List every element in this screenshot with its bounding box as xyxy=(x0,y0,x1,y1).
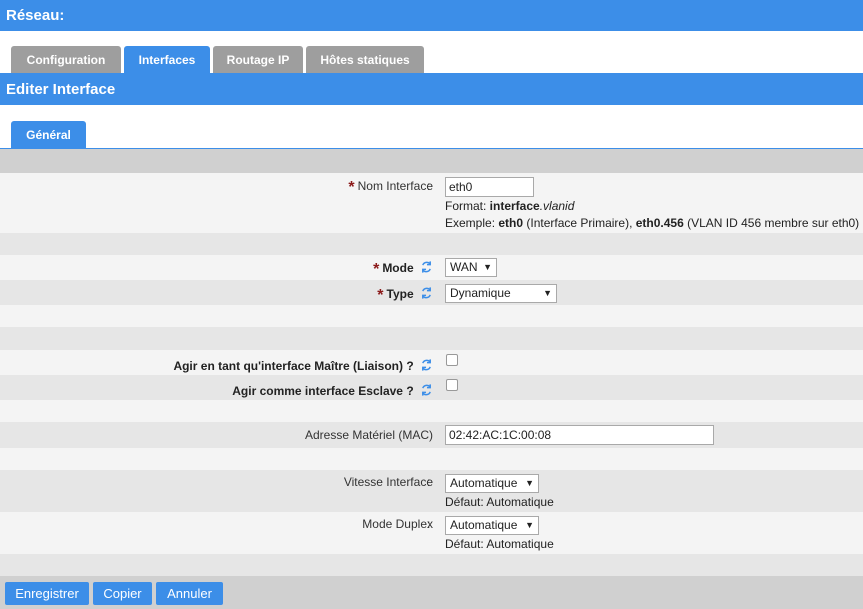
nom-interface-input[interactable] xyxy=(445,177,534,197)
required-marker: * xyxy=(377,287,384,304)
esclave-checkbox[interactable] xyxy=(446,379,458,391)
form-spacer xyxy=(0,448,863,470)
nom-interface-colon: : xyxy=(427,179,431,193)
nom-interface-example: Exemple: eth0 (Interface Primaire), eth0… xyxy=(445,216,859,230)
row-nom-interface: *Nom Interface : Format: interface.vlani… xyxy=(0,173,863,233)
cancel-button[interactable]: Annuler xyxy=(156,582,223,605)
nom-interface-label: Nom Interface xyxy=(357,179,433,193)
vitesse-label-wrap: Vitesse Interface xyxy=(344,475,433,489)
form-footer: Enregistrer Copier Annuler xyxy=(0,576,863,609)
mac-label: Adresse Matériel (MAC) xyxy=(304,428,433,442)
page-header: Réseau: xyxy=(0,0,863,31)
type-label: Type xyxy=(386,287,414,301)
chevron-down-icon: ▼ xyxy=(525,478,534,488)
refresh-sync-icon[interactable] xyxy=(420,358,433,372)
nom-interface-format: Format: interface.vlanid xyxy=(445,199,574,213)
esclave-label-wrap: Agir comme interface Esclave ? xyxy=(232,383,433,398)
form-spacer xyxy=(0,149,863,173)
mode-label: Mode xyxy=(382,261,414,275)
mac-label-wrap: Adresse Matériel (MAC) xyxy=(305,428,433,442)
row-maitre: Agir en tant qu'interface Maître (Liaiso… xyxy=(0,350,863,375)
row-esclave: Agir comme interface Esclave ? xyxy=(0,375,863,400)
vitesse-colon: : xyxy=(427,475,431,489)
main-tabs: Configuration Interfaces Routage IP Hôte… xyxy=(0,31,863,74)
row-vitesse: Vitesse Interface : Automatique ▼ Défaut:… xyxy=(0,470,863,512)
example-bold2: eth0.456 xyxy=(635,216,684,230)
mode-select[interactable]: WAN ▼ xyxy=(445,258,497,277)
save-button[interactable]: Enregistrer xyxy=(5,582,89,605)
duplex-label: Mode Duplex xyxy=(362,517,433,531)
example-suffix: (VLAN ID 456 membre sur eth0) xyxy=(683,216,860,230)
chevron-down-icon: ▼ xyxy=(483,262,492,272)
required-marker: * xyxy=(348,179,355,196)
example-prefix: Exemple: xyxy=(445,216,499,230)
refresh-sync-icon[interactable] xyxy=(420,286,433,300)
tab-hotes-statiques[interactable]: Hôtes statiques xyxy=(306,46,424,74)
nom-interface-label-wrap: * Nom Interface xyxy=(348,179,433,197)
type-label-wrap: * Type xyxy=(377,286,433,305)
vitesse-select-value: Automatique xyxy=(450,476,518,490)
row-duplex: Mode Duplex : Automatique ▼ Défaut: Autom… xyxy=(0,512,863,554)
example-bold1: eth0 xyxy=(498,216,524,230)
form-spacer xyxy=(0,400,863,422)
row-mac: Adresse Matériel (MAC) xyxy=(0,422,863,448)
duplex-select-value: Automatique xyxy=(450,518,518,532)
mode-label-wrap: * Mode xyxy=(373,260,433,279)
duplex-colon: : xyxy=(427,517,431,531)
section-title: Editer Interface xyxy=(0,74,863,105)
refresh-sync-icon[interactable] xyxy=(420,260,433,274)
maitre-label-wrap: Agir en tant qu'interface Maître (Liaiso… xyxy=(173,358,433,373)
copy-button[interactable]: Copier xyxy=(93,582,152,605)
duplex-label-wrap: Mode Duplex xyxy=(362,517,433,531)
duplex-default: Défaut: Automatique xyxy=(445,537,554,551)
mac-input[interactable] xyxy=(445,425,714,445)
tab-routage-ip[interactable]: Routage IP xyxy=(213,46,303,74)
form-spacer xyxy=(0,327,863,350)
format-bold: interface xyxy=(489,199,540,213)
tab-configuration[interactable]: Configuration xyxy=(11,46,121,74)
type-select[interactable]: Dynamique ▼ xyxy=(445,284,557,303)
sub-tabs: Général xyxy=(0,105,863,149)
vitesse-default: Défaut: Automatique xyxy=(445,495,554,509)
form-spacer xyxy=(0,233,863,255)
refresh-sync-icon[interactable] xyxy=(420,383,433,397)
maitre-label: Agir en tant qu'interface Maître (Liaiso… xyxy=(173,359,414,373)
vitesse-select[interactable]: Automatique ▼ xyxy=(445,474,539,493)
mode-select-value: WAN xyxy=(450,260,478,274)
type-select-value: Dynamique xyxy=(450,286,511,300)
form-spacer xyxy=(0,554,863,576)
row-type: * Type Dynamique ▼ xyxy=(0,280,863,305)
subtab-general[interactable]: Général xyxy=(11,121,86,149)
form-spacer xyxy=(0,305,863,327)
esclave-label: Agir comme interface Esclave ? xyxy=(232,384,414,398)
maitre-checkbox[interactable] xyxy=(446,354,458,366)
chevron-down-icon: ▼ xyxy=(525,520,534,530)
section-title-text: Editer Interface xyxy=(6,81,116,98)
required-marker: * xyxy=(373,261,380,278)
example-mid: (Interface Primaire), xyxy=(523,216,636,230)
format-italic: .vlanid xyxy=(539,199,575,213)
format-prefix: Format: xyxy=(445,199,490,213)
row-mode: * Mode WAN ▼ xyxy=(0,255,863,280)
page-header-title: Réseau: xyxy=(6,7,65,24)
duplex-select[interactable]: Automatique ▼ xyxy=(445,516,539,535)
chevron-down-icon: ▼ xyxy=(543,288,552,298)
tab-interfaces[interactable]: Interfaces xyxy=(124,46,210,74)
vitesse-label: Vitesse Interface xyxy=(343,475,433,489)
